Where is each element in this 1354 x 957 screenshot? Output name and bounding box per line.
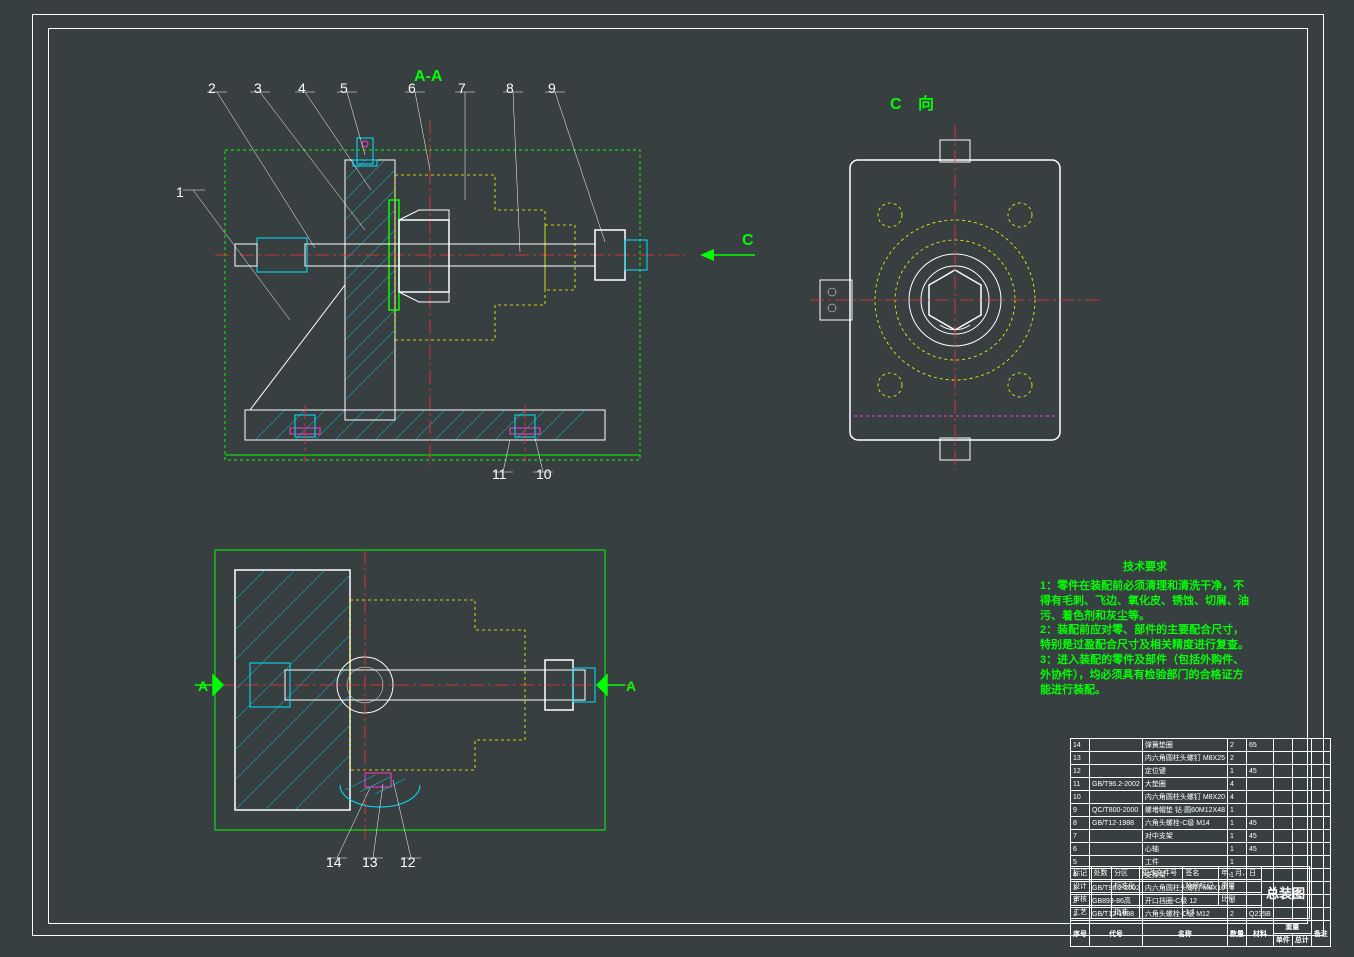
section-mark-a-right: A: [626, 678, 636, 694]
balloon-10: 10: [536, 466, 552, 482]
main-view: [165, 60, 715, 480]
balloon-3: 3: [254, 80, 262, 96]
balloon-9: 9: [548, 80, 556, 96]
balloon-12: 12: [400, 854, 416, 870]
balloon-13: 13: [362, 854, 378, 870]
balloon-1: 1: [176, 184, 184, 200]
c-view: [790, 120, 1110, 480]
tech-line-2: 2：装配前应对零、部件的主要配合尺寸，特别是过盈配合尺寸及相关精度进行复查。: [1040, 623, 1250, 653]
balloon-14: 14: [326, 854, 342, 870]
top-view: [165, 520, 665, 870]
balloon-4: 4: [298, 80, 306, 96]
drawing-title: 总装图: [1262, 867, 1310, 919]
title-block: 标记处数 分区更改文件号 签名年、月、日 总装图 设计 标准化 阶段标记重量 审…: [1070, 866, 1310, 919]
balloon-11: 11: [492, 466, 507, 482]
balloon-8: 8: [506, 80, 514, 96]
balloon-2: 2: [208, 80, 216, 96]
section-mark-a-left: A: [198, 678, 208, 694]
tech-line-3: 3：进入装配的零件及部件（包括外购件、外协件），均必须具有检验部门的合格证方能进…: [1040, 653, 1250, 698]
view-label-c: C 向: [890, 90, 940, 114]
direction-label-c: C: [742, 232, 754, 250]
tech-line-1: 1：零件在装配前必须清理和清洗干净，不得有毛刺、飞边、氧化皮、锈蚀、切屑、油污、…: [1040, 579, 1250, 624]
balloon-5: 5: [340, 80, 348, 96]
section-label: A-A: [414, 68, 442, 86]
balloon-7: 7: [458, 80, 466, 96]
tech-title: 技术要求: [1040, 560, 1250, 575]
technical-requirements: 技术要求 1：零件在装配前必须清理和清洗干净，不得有毛刺、飞边、氧化皮、锈蚀、切…: [1040, 560, 1250, 698]
